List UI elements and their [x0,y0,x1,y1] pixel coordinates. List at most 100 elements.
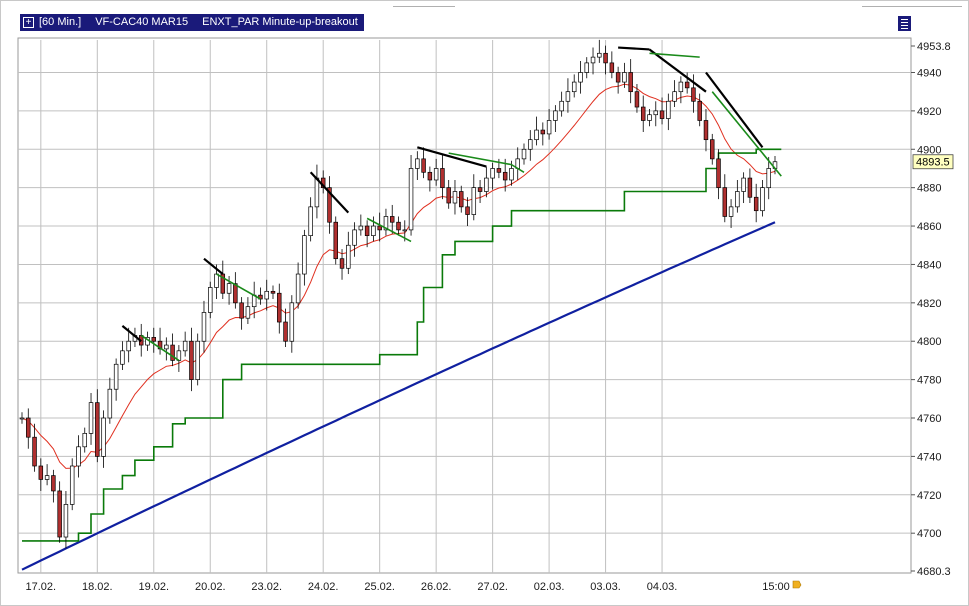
x-tick-label: 26.02. [421,581,452,593]
candle-up [653,110,659,116]
candle-down [283,321,288,342]
x-tick-label: 20.02. [195,581,226,593]
y-tick-label: 4840 [917,259,941,271]
x-tick-label: 17.02. [26,581,57,593]
price-tags: 4893.5 [912,154,954,170]
candle-down [502,171,508,181]
candle-up [415,158,420,169]
candle-up [245,306,251,319]
candle-up [647,114,652,121]
candle-up [226,283,232,294]
candle-up [88,402,94,434]
candle-down [753,196,759,212]
candle-down [396,221,401,231]
candle-down [703,120,709,141]
candle-up [113,363,119,390]
candle-up [126,340,131,352]
candle-up [19,417,25,420]
candle-down [722,187,728,217]
candle-down [95,402,100,457]
candle-up [101,417,106,457]
candle-up [597,52,602,58]
y-tick-label: 4880 [917,183,941,195]
candle-up [666,100,671,119]
candle-up [471,187,477,215]
candle-down [389,216,395,223]
candle-down [684,81,690,89]
candle-down [233,283,238,304]
candle-down [277,292,282,323]
candle-down [459,191,464,208]
candle-up [553,110,558,121]
candle-down [239,302,244,319]
y-tick-label: 4820 [917,298,941,310]
candle-up [490,168,495,179]
candle-up [164,344,169,350]
candle-up [352,229,357,246]
candle-up [578,72,583,83]
candle-down [640,106,646,121]
x-tick-label: 02.03. [534,581,565,593]
x-tick-label: 27.02. [477,581,508,593]
candle-down [496,168,502,173]
candle-up [590,56,596,64]
candle-up [452,191,458,204]
candle-up [107,388,113,419]
x-time-label: 15:00 [762,581,790,593]
candle-up [559,100,564,112]
plot-area [17,37,912,574]
y-tick-label: 4740 [917,451,941,463]
candle-down [189,340,194,380]
y-tick-label: 4760 [917,413,941,425]
candle-down [421,158,426,173]
candle-up [741,177,746,192]
candle-down [427,171,433,181]
candle-down [333,221,338,260]
candle-down [170,344,175,361]
candle-down [615,72,621,83]
candle-up [82,433,87,448]
candle-down [609,62,615,73]
candle-down [32,436,37,467]
candle-up [308,206,313,237]
candle-down [603,52,608,64]
x-tick-label: 19.02. [138,581,169,593]
y-tick-label: 4860 [917,221,941,233]
y-axis-ticks: 4680.3 4700 4720 4740 4760 4780 4800 4820 4840 48… [911,41,951,578]
candle-up [120,350,125,365]
candle-up [509,168,514,181]
x-tick-label: 24.02. [308,581,339,593]
y-tick-label: 4780 [917,375,941,387]
candle-down [57,490,62,538]
x-tick-label: 23.02. [251,581,282,593]
candle-up [302,235,307,275]
y-tick-label: 4940 [917,67,941,79]
candle-down [38,465,44,480]
candle-up [521,148,527,160]
candle-up [528,139,533,150]
candle-down [51,475,56,492]
candle-up [433,168,439,181]
price-chart[interactable]: 17.02. 18.02. 19.02. 20.02. 23.02. 24.02. 25.0… [0,0,969,606]
candle-up [402,229,408,232]
candle-up [534,129,539,141]
candle-up [678,81,684,93]
candle-down [691,87,696,102]
candle-up [622,72,627,83]
candle-down [364,225,370,237]
candle-up [565,91,571,102]
y-tick-label: 4953.8 [917,41,951,53]
candle-up [314,177,320,208]
y-tick-label: 4720 [917,490,941,502]
candle-down [26,417,31,438]
x-tick-label: 18.02. [82,581,113,593]
candle-up [766,168,771,189]
candle-up [358,225,364,231]
candle-up [182,340,188,352]
candle-up [371,225,376,237]
candle-down [446,187,451,204]
pencil-icon [792,580,802,589]
candle-down [697,100,702,121]
candle-up [672,91,677,102]
x-tick-label: 25.02. [364,581,395,593]
